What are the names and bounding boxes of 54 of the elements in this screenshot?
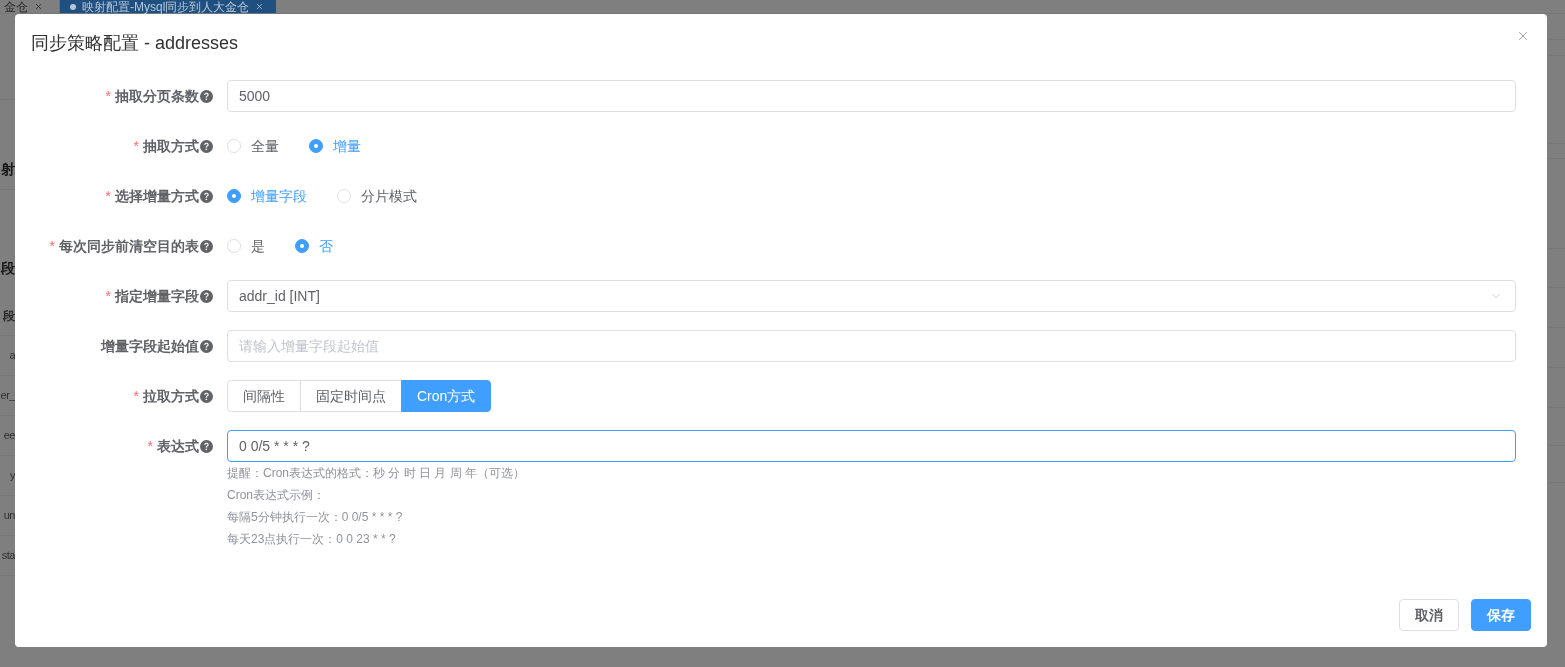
field-label: 选择增量方式: [115, 189, 199, 203]
help-icon[interactable]: [200, 439, 213, 453]
background-text: er_: [0, 388, 15, 404]
radio-option[interactable]: 分片模式: [337, 186, 417, 206]
hint-text: 提醒：Cron表达式的格式：秒 分 时 日 月 周 年（可选）: [227, 465, 525, 482]
help-icon[interactable]: [200, 139, 213, 153]
input-field[interactable]: 5000: [227, 80, 1516, 112]
close-icon[interactable]: [255, 2, 265, 11]
required-mark: *: [105, 89, 111, 103]
input-field[interactable]: 0 0/5 * * * ?: [227, 430, 1516, 462]
hint-text: 每隔5分钟执行一次：0 0/5 * * * ?: [227, 509, 403, 526]
background-text: y: [10, 468, 15, 484]
required-mark: *: [105, 189, 111, 203]
help-icon[interactable]: [200, 289, 213, 303]
background-text: sta: [1, 548, 15, 564]
background-text: a: [9, 348, 15, 364]
required-mark: *: [133, 139, 139, 153]
help-icon[interactable]: [200, 239, 213, 253]
field-label: 每次同步前清空目的表: [59, 239, 199, 253]
mode-button[interactable]: 固定时间点: [300, 380, 402, 412]
help-icon[interactable]: [200, 89, 213, 103]
radio-option[interactable]: 是: [227, 236, 265, 256]
background-text: ee: [3, 428, 15, 444]
close-icon[interactable]: [1516, 29, 1530, 43]
field-label: 拉取方式: [143, 389, 199, 403]
background-text: 射: [1, 160, 15, 179]
field-label: 指定增量字段: [115, 289, 199, 303]
help-icon[interactable]: [200, 339, 213, 353]
close-icon[interactable]: [34, 2, 43, 11]
input-field[interactable]: 请输入增量字段起始值: [227, 330, 1516, 362]
background-text: un: [3, 508, 15, 524]
required-mark: *: [147, 439, 153, 453]
dialog-button[interactable]: 取消: [1399, 599, 1459, 631]
field-label: 增量字段起始值: [101, 339, 199, 353]
hint-text: 每天23点执行一次：0 0 23 * * ?: [227, 531, 396, 548]
dialog-title: 同步策略配置 - addresses: [31, 32, 239, 55]
hint-text: Cron表达式示例：: [227, 487, 325, 504]
select-field[interactable]: addr_id [INT]: [227, 280, 1516, 312]
radio-icon[interactable]: [309, 139, 323, 153]
radio-icon[interactable]: [295, 239, 309, 253]
field-label: 抽取分页条数: [115, 89, 199, 103]
radio-icon[interactable]: [227, 189, 241, 203]
background-text: 段: [3, 307, 15, 325]
background-text: 段: [1, 258, 15, 278]
required-mark: *: [49, 239, 55, 253]
radio-option[interactable]: 全量: [227, 136, 279, 156]
page-tab[interactable]: 映射配置-Mysql同步到人大金仓: [60, 0, 277, 13]
help-icon[interactable]: [200, 389, 213, 403]
field-label: 抽取方式: [143, 139, 199, 153]
mode-button[interactable]: 间隔性: [227, 380, 301, 412]
help-icon[interactable]: [200, 189, 213, 203]
required-mark: *: [133, 389, 139, 403]
required-mark: *: [105, 289, 111, 303]
field-label: 表达式: [157, 439, 199, 453]
